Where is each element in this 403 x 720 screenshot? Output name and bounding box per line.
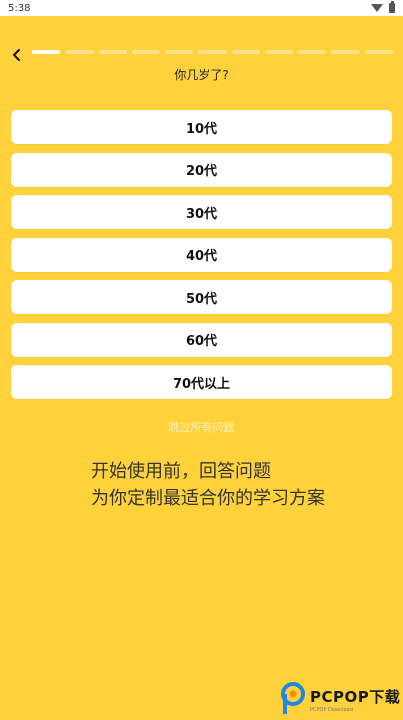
status-time: 5:38 (8, 2, 31, 14)
option-60s[interactable]: 60代 (11, 322, 392, 357)
progress-segment (231, 50, 260, 54)
progress-segment (264, 50, 294, 54)
watermark-subtext: PCPOP Download (310, 706, 353, 713)
wifi-icon (371, 4, 383, 12)
status-bar: 5:38 (0, 0, 403, 16)
progress-segment (198, 50, 227, 54)
option-50s[interactable]: 50代 (11, 280, 392, 314)
tagline: 开始使用前，回答问题 为你定制最适合你的学习方案 (91, 458, 325, 512)
option-30s[interactable]: 30代 (11, 195, 392, 229)
progress-segment (131, 50, 161, 54)
chevron-left-icon (13, 49, 20, 61)
option-70s-plus[interactable]: 70代以上 (11, 365, 392, 399)
header (0, 40, 403, 68)
progress-segment (298, 50, 327, 54)
progress-segment (165, 50, 194, 54)
watermark: PCPOP下载 PCPOP Download (280, 680, 402, 718)
progress-segment (331, 50, 360, 54)
progress-segment (364, 50, 393, 54)
tagline-line1: 开始使用前，回答问题 (91, 461, 271, 482)
tagline-line2: 为你定制最适合你的学习方案 (91, 488, 325, 509)
skip-all-button[interactable]: 跳过所有问题 (0, 419, 403, 435)
progress-segment (98, 50, 127, 54)
option-40s[interactable]: 40代 (11, 237, 392, 272)
back-button[interactable] (6, 44, 28, 66)
watermark-text: PCPOP下载 (310, 687, 401, 706)
question-title: 你几岁了? (174, 68, 229, 82)
progress-bar (32, 50, 393, 54)
option-20s[interactable]: 20代 (11, 152, 392, 187)
progress-segment (32, 50, 61, 54)
battery-icon (389, 1, 395, 13)
pcpop-logo-icon (281, 682, 305, 714)
options-list: 10代 20代 30代 40代 50代 60代 70代以上 (11, 110, 392, 408)
progress-segment (65, 50, 94, 54)
option-10s[interactable]: 10代 (11, 110, 392, 144)
status-icons (371, 1, 395, 13)
